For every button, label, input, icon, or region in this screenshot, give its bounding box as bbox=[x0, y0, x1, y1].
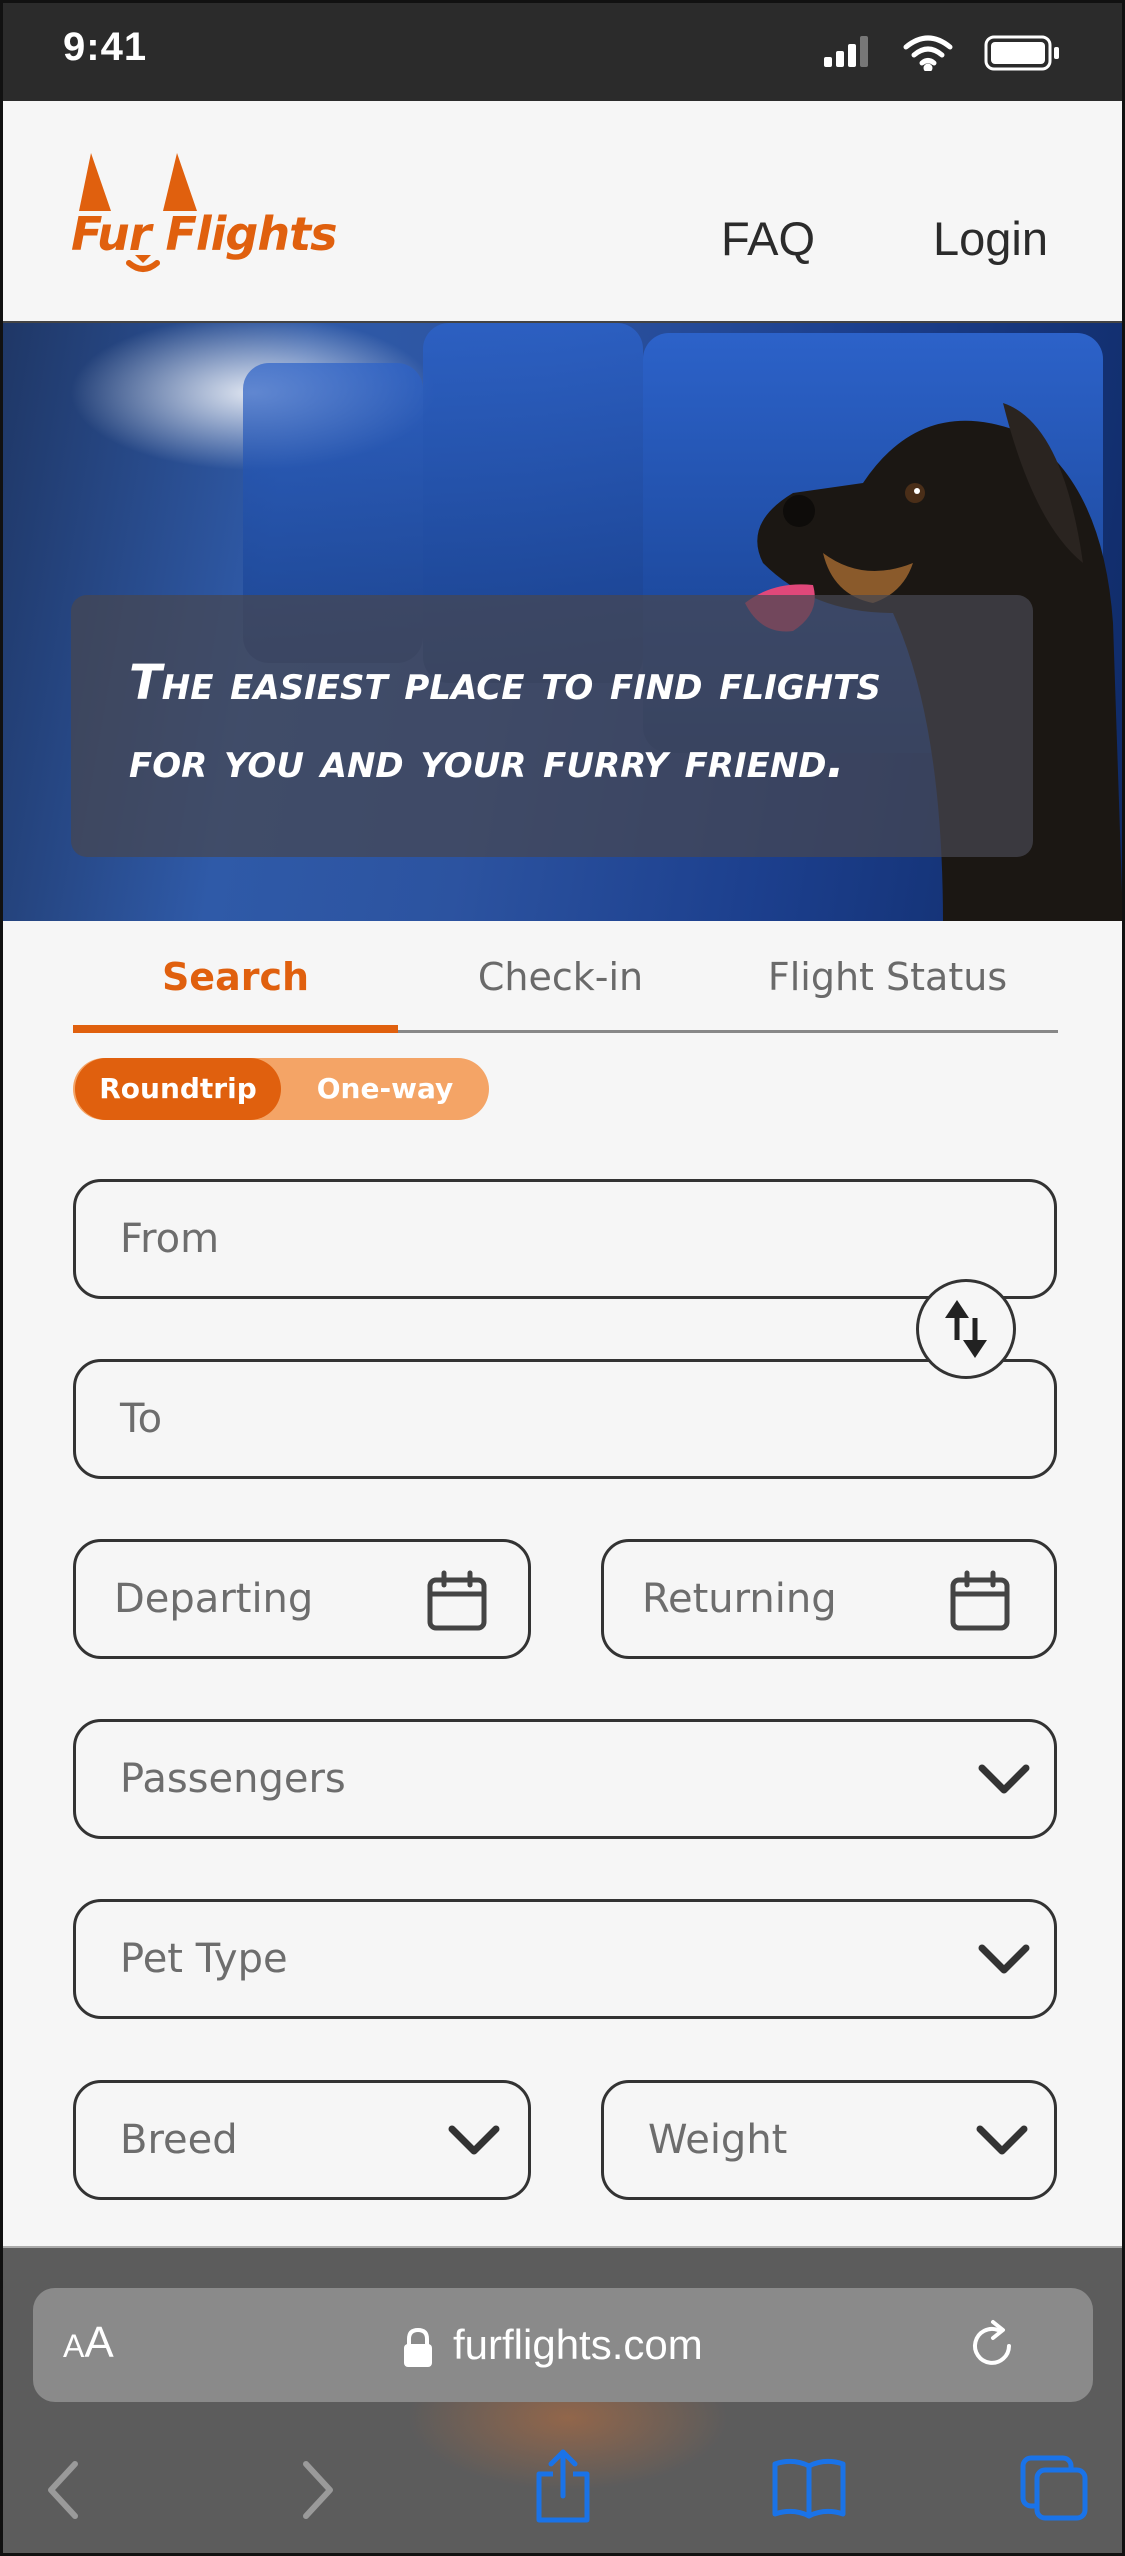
tab-flight-status[interactable]: Flight Status bbox=[725, 955, 1050, 1033]
tab-check-in[interactable]: Check-in bbox=[398, 955, 723, 1033]
chevron-down-icon bbox=[448, 2125, 500, 2155]
calendar-icon[interactable] bbox=[949, 1570, 1011, 1632]
pet-type-placeholder: Pet Type bbox=[120, 1936, 288, 1982]
from-field[interactable]: From bbox=[73, 1179, 1057, 1299]
chevron-left-icon[interactable] bbox=[43, 2458, 83, 2522]
phone-screen: 9:41 Fur Flights FAQ Login The easiest p… bbox=[0, 0, 1125, 2556]
hero-banner: The easiest place to find flights for yo… bbox=[3, 323, 1122, 921]
text-size-big-glyph: A bbox=[84, 2318, 114, 2367]
passengers-placeholder: Passengers bbox=[120, 1756, 346, 1802]
returning-date-field[interactable]: Returning bbox=[601, 1539, 1057, 1659]
swap-arrows-icon bbox=[945, 1300, 987, 1358]
battery-icon bbox=[984, 35, 1059, 71]
returning-placeholder: Returning bbox=[642, 1576, 837, 1622]
departing-date-field[interactable]: Departing bbox=[73, 1539, 531, 1659]
logo-text: Fur Flights bbox=[71, 207, 337, 261]
chevron-down-icon bbox=[976, 2125, 1028, 2155]
share-icon[interactable] bbox=[533, 2448, 593, 2524]
fur-flights-logo[interactable]: Fur Flights bbox=[71, 151, 337, 301]
site-header: Fur Flights FAQ Login bbox=[3, 101, 1122, 323]
pet-type-select[interactable]: Pet Type bbox=[73, 1899, 1057, 2019]
roundtrip-toggle-button[interactable]: Roundtrip bbox=[75, 1058, 281, 1120]
breed-placeholder: Breed bbox=[120, 2117, 238, 2163]
browser-toolbar: AA furflights.com bbox=[3, 2246, 1122, 2553]
swap-airports-button[interactable] bbox=[916, 1279, 1016, 1379]
from-placeholder: From bbox=[120, 1216, 220, 1262]
chevron-down-icon bbox=[978, 1944, 1030, 1974]
wifi-icon bbox=[903, 35, 953, 71]
reload-icon[interactable] bbox=[965, 2318, 1021, 2374]
status-bar: 9:41 bbox=[3, 3, 1122, 101]
lock-icon bbox=[404, 2327, 432, 2367]
chevron-right-icon[interactable] bbox=[298, 2458, 338, 2522]
tab-search[interactable]: Search bbox=[73, 955, 398, 1033]
departing-placeholder: Departing bbox=[114, 1576, 314, 1622]
nav-login-link[interactable]: Login bbox=[933, 211, 1048, 266]
address-bar[interactable]: AA furflights.com bbox=[33, 2288, 1093, 2402]
hero-caption-line-1: The easiest place to find flights bbox=[129, 655, 881, 711]
nav-faq-link[interactable]: FAQ bbox=[721, 211, 815, 266]
calendar-icon[interactable] bbox=[426, 1570, 488, 1632]
hero-caption-line-2: for you and your furry friend. bbox=[129, 733, 845, 789]
text-size-button[interactable]: AA bbox=[63, 2318, 114, 2368]
url-text: furflights.com bbox=[453, 2321, 703, 2368]
trip-type-toggle: Roundtrip One-way bbox=[73, 1058, 489, 1120]
to-field[interactable]: To bbox=[73, 1359, 1057, 1479]
weight-select[interactable]: Weight bbox=[601, 2080, 1057, 2200]
search-tabs: Search Check-in Flight Status bbox=[73, 941, 1058, 1033]
tabs-icon[interactable] bbox=[1019, 2454, 1091, 2522]
status-icons bbox=[824, 35, 1059, 71]
breed-select[interactable]: Breed bbox=[73, 2080, 531, 2200]
status-time: 9:41 bbox=[63, 25, 148, 69]
text-size-small-glyph: A bbox=[63, 2328, 85, 2364]
passengers-select[interactable]: Passengers bbox=[73, 1719, 1057, 1839]
cellular-signal-icon bbox=[824, 36, 868, 67]
to-placeholder: To bbox=[120, 1396, 163, 1442]
hero-caption-box: The easiest place to find flights for yo… bbox=[71, 595, 1033, 857]
book-icon[interactable] bbox=[771, 2456, 847, 2520]
chevron-down-icon bbox=[978, 1764, 1030, 1794]
weight-placeholder: Weight bbox=[648, 2117, 788, 2163]
one-way-toggle-button[interactable]: One-way bbox=[283, 1058, 487, 1120]
